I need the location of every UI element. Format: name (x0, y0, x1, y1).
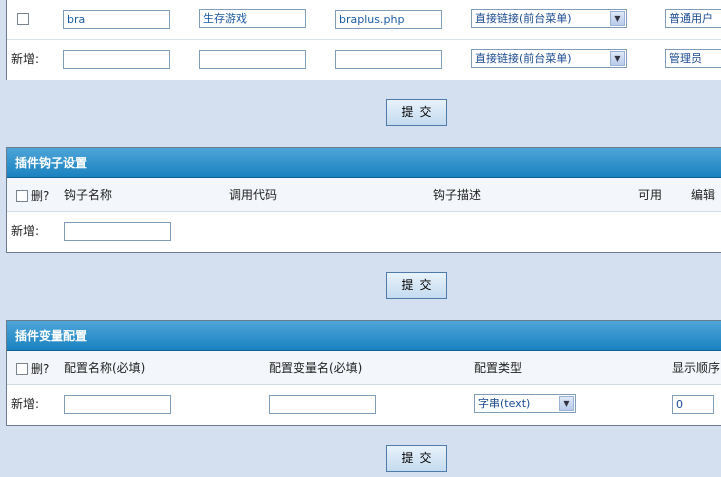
vars-panel-title: 插件变量配置 (7, 321, 721, 351)
new-link-type-select[interactable]: 直接链接(前台菜单) ▼ (471, 49, 627, 68)
new-module-title-input[interactable] (199, 50, 306, 69)
new-permission-select[interactable]: 管理员 (665, 49, 721, 68)
new-config-var-input[interactable] (269, 395, 376, 414)
delete-all-checkbox[interactable] (16, 190, 28, 202)
col-delete: 删? (31, 362, 50, 376)
col-hook-name: 钩子名称 (64, 188, 113, 202)
module-title-input[interactable]: 生存游戏 (199, 9, 306, 28)
module-table: bra 生存游戏 braplus.php 直接链接(前台菜单) ▼ 普通用户 新… (6, 0, 721, 80)
new-permission-value: 管理员 (669, 52, 702, 65)
module-row: bra 生存游戏 braplus.php 直接链接(前台菜单) ▼ 普通用户 (7, 0, 721, 40)
new-link-type-value: 直接链接(前台菜单) (475, 52, 572, 65)
new-module-row: 新增: 直接链接(前台菜单) ▼ 管理员 (7, 40, 721, 80)
permission-select[interactable]: 普通用户 (665, 9, 721, 28)
delete-all-checkbox[interactable] (16, 363, 28, 375)
col-hook-desc: 钩子描述 (433, 188, 482, 202)
permission-value: 普通用户 (669, 12, 713, 25)
hooks-panel-title: 插件钩子设置 (7, 148, 721, 178)
submit-button-modules[interactable]: 提交 (386, 99, 447, 126)
new-config-name-input[interactable] (64, 395, 171, 414)
new-label: 新增: (11, 224, 40, 238)
hooks-new-row: 新增: (7, 212, 721, 252)
col-config-name: 配置名称(必填) (64, 361, 146, 375)
link-type-value: 直接链接(前台菜单) (475, 12, 572, 25)
hooks-column-header: 删? 钩子名称 调用代码 钩子描述 可用 编辑 (7, 178, 721, 212)
hooks-panel: 插件钩子设置 删? 钩子名称 调用代码 钩子描述 可用 编辑 新增: (6, 147, 721, 253)
config-type-value: 字串(text) (478, 397, 531, 410)
vars-column-header: 删? 配置名称(必填) 配置变量名(必填) 配置类型 显示顺序 (7, 351, 721, 385)
submit-button-vars[interactable]: 提交 (386, 445, 447, 472)
col-config-type: 配置类型 (474, 361, 523, 375)
chevron-down-icon: ▼ (610, 51, 625, 66)
chevron-down-icon: ▼ (559, 396, 574, 411)
new-module-file-input[interactable] (335, 50, 442, 69)
config-type-select[interactable]: 字串(text) ▼ (474, 394, 576, 413)
delete-checkbox[interactable] (17, 13, 29, 25)
col-config-var: 配置变量名(必填) (269, 361, 363, 375)
display-order-input[interactable]: 0 (672, 395, 714, 414)
col-delete: 删? (31, 189, 50, 203)
module-file-input[interactable]: braplus.php (335, 10, 442, 29)
new-hook-name-input[interactable] (64, 222, 171, 241)
new-label: 新增: (11, 52, 40, 66)
col-enabled: 可用 (638, 188, 663, 202)
chevron-down-icon: ▼ (610, 11, 625, 26)
vars-new-row: 新增: 字串(text) ▼ 0 (7, 385, 721, 425)
col-call-code: 调用代码 (229, 188, 278, 202)
vars-panel: 插件变量配置 删? 配置名称(必填) 配置变量名(必填) 配置类型 显示顺序 新… (6, 320, 721, 426)
new-module-name-input[interactable] (63, 50, 170, 69)
col-edit: 编辑 (691, 188, 716, 202)
link-type-select[interactable]: 直接链接(前台菜单) ▼ (471, 9, 627, 28)
col-display-order: 显示顺序 (672, 361, 721, 375)
new-label: 新增: (11, 397, 40, 411)
module-name-input[interactable]: bra (63, 10, 170, 29)
submit-button-hooks[interactable]: 提交 (386, 272, 447, 299)
